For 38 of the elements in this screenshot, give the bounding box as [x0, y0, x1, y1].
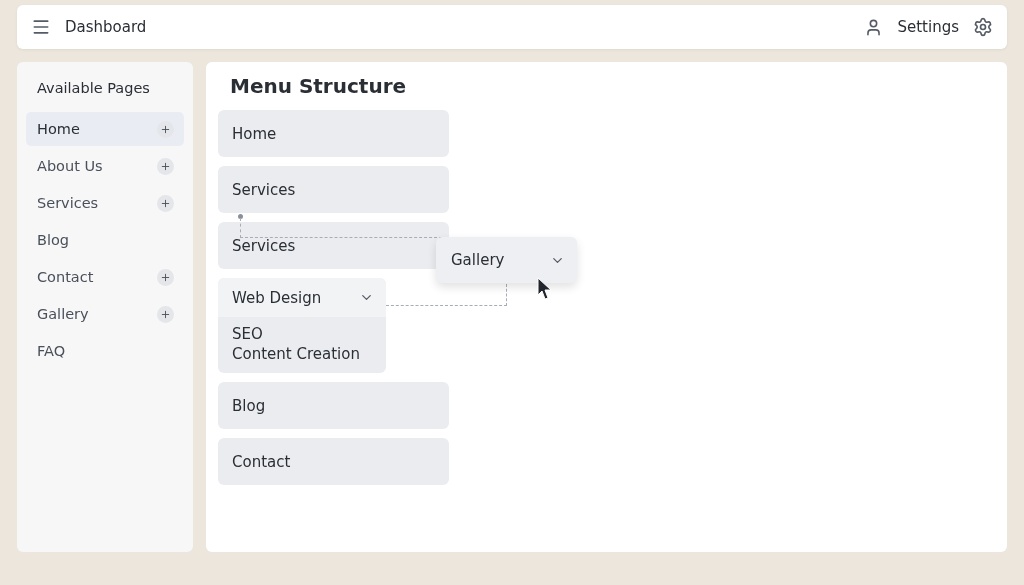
- add-icon[interactable]: [157, 194, 174, 212]
- add-icon[interactable]: [157, 157, 174, 175]
- settings-icon[interactable]: [973, 17, 993, 37]
- menu-icon[interactable]: [31, 17, 51, 37]
- add-icon[interactable]: [157, 120, 174, 138]
- item-label: Gallery: [451, 251, 505, 269]
- page-label: Contact: [37, 269, 94, 285]
- dragged-menu[interactable]: Gallery: [436, 237, 577, 283]
- sidebar-item[interactable]: Home: [26, 112, 184, 146]
- page-label: Services: [37, 195, 99, 211]
- submenu-item[interactable]: Content Creation: [232, 345, 372, 363]
- menu-item[interactable]: Services: [218, 166, 449, 213]
- page-label: Blog: [37, 232, 70, 248]
- sidebar-item[interactable]: About Us: [26, 149, 184, 183]
- group-label: Web Design: [232, 288, 322, 307]
- page-title: Dashboard: [65, 18, 148, 36]
- sidebar-item[interactable]: FAQ: [26, 334, 184, 368]
- cursor-icon: [537, 277, 553, 301]
- page-label: About Us: [37, 158, 103, 174]
- page-label: FAQ: [37, 343, 66, 359]
- menu-item[interactable]: Services: [218, 222, 449, 269]
- page-label: Home: [37, 121, 80, 137]
- menu-item[interactable]: Home: [218, 110, 449, 157]
- submenu-item[interactable]: SEO: [232, 325, 372, 343]
- menu-item[interactable]: Blog: [218, 382, 449, 429]
- sidebar-title: Available Pages: [36, 80, 151, 98]
- sidebar-item[interactable]: Contact: [26, 260, 184, 294]
- menu-item[interactable]: Contact: [218, 438, 449, 485]
- sidebar-item[interactable]: Services: [26, 186, 184, 220]
- sidebar-item[interactable]: Gallery: [26, 297, 184, 331]
- connector-dot: [238, 214, 243, 219]
- settings-link[interactable]: Settings: [897, 18, 959, 36]
- add-icon[interactable]: [157, 305, 174, 323]
- add-icon[interactable]: [157, 268, 174, 286]
- panel-title: Menu Structure: [229, 74, 408, 100]
- menu-group[interactable]: Web Design SEO Content Creation: [218, 278, 386, 373]
- page-label: Gallery: [37, 306, 89, 322]
- sidebar-item[interactable]: Blog: [26, 223, 184, 257]
